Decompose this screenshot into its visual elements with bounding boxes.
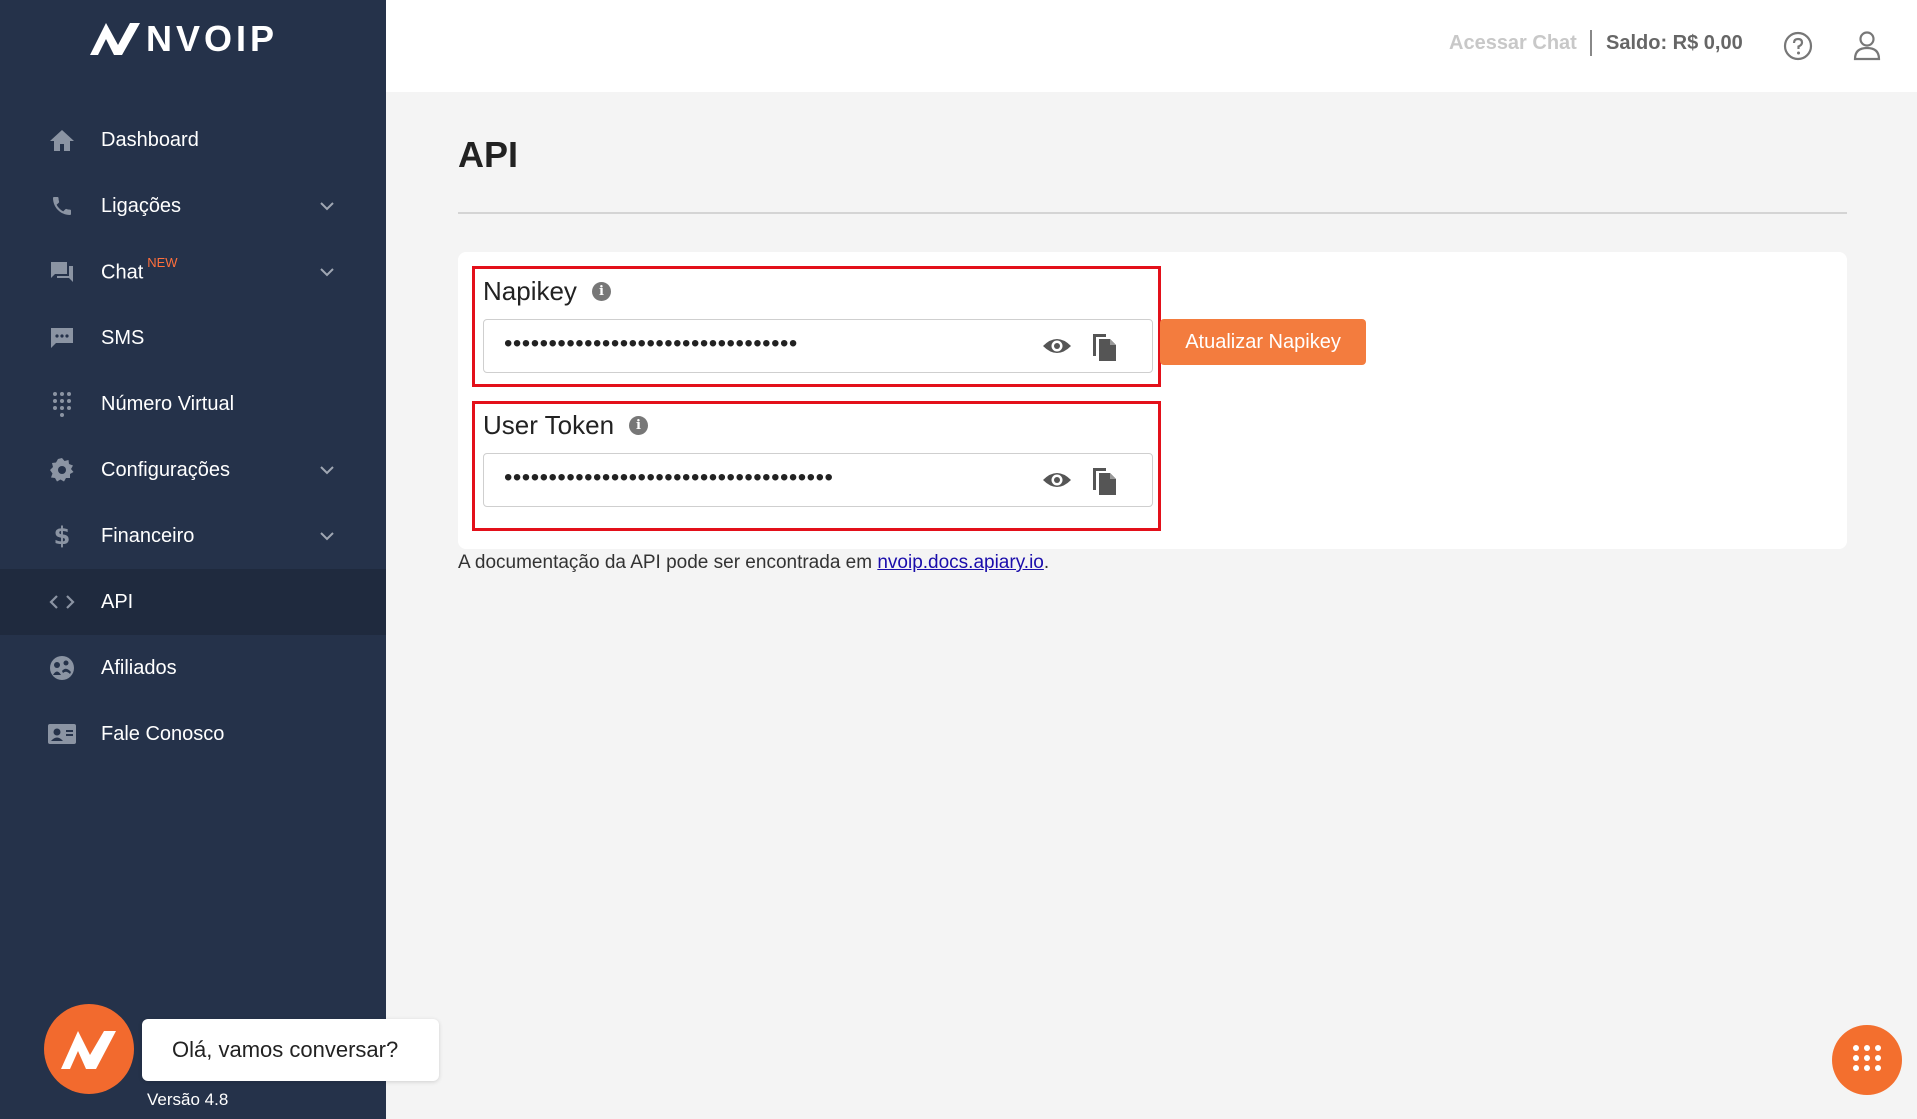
sidebar-item-label: API	[101, 590, 134, 613]
chevron-down-icon	[320, 202, 334, 211]
sidebar-item-dashboard[interactable]: Dashboard	[0, 107, 386, 173]
sidebar-item-label: Número Virtual	[101, 392, 235, 415]
info-icon[interactable]: i	[629, 416, 649, 435]
sidebar-item-ligacoes[interactable]: Ligações	[0, 173, 386, 239]
chat-widget-button[interactable]	[44, 1004, 134, 1094]
sidebar-item-label: Financeiro	[101, 524, 195, 547]
sidebar-item-label: Configurações	[101, 458, 230, 481]
gear-icon	[47, 455, 77, 485]
dialpad-icon	[1853, 1045, 1881, 1071]
sidebar-item-configuracoes[interactable]: Configurações	[0, 437, 386, 503]
nvoip-logo-icon	[61, 1031, 116, 1069]
affiliates-icon	[47, 653, 77, 683]
app-version: Versão 4.8	[147, 1090, 229, 1109]
napikey-label: Napikey i	[483, 276, 611, 307]
api-docs-link[interactable]: nvoip.docs.apiary.io	[877, 552, 1044, 573]
chevron-down-icon	[320, 268, 334, 277]
sidebar-item-label: Ligações	[101, 194, 182, 217]
sidebar-item-api[interactable]: API	[0, 569, 386, 635]
nvoip-logo-icon	[90, 23, 140, 55]
sidebar-item-label: SMS	[101, 326, 145, 349]
chat-greeting-bubble[interactable]: Olá, vamos conversar?	[142, 1019, 439, 1081]
floating-dialpad-button[interactable]	[1832, 1025, 1902, 1095]
new-badge: NEW	[147, 255, 178, 271]
brand-logo[interactable]: NVOIP	[88, 18, 279, 59]
sidebar-item-fale-conosco[interactable]: Fale Conosco	[0, 701, 386, 767]
sidebar-item-chat[interactable]: Chat NEW	[0, 239, 386, 305]
dollar-icon: $	[53, 522, 71, 550]
balance-text: Saldo: R$ 0,00	[1606, 32, 1743, 54]
phone-icon	[47, 191, 77, 221]
sidebar-item-sms[interactable]: SMS	[0, 305, 386, 371]
chevron-down-icon	[320, 532, 334, 541]
eye-icon[interactable]	[1041, 466, 1073, 494]
user-token-label: User Token i	[483, 410, 649, 441]
help-icon[interactable]	[1783, 31, 1813, 61]
update-napikey-button[interactable]: Atualizar Napikey	[1160, 319, 1366, 365]
sidebar-nav: Dashboard Ligações Chat NEW SMS Número V…	[0, 107, 386, 767]
sidebar-item-label: Fale Conosco	[101, 722, 225, 745]
home-icon	[47, 125, 77, 155]
user-token-value: •••••••••••••••••••••••••••••••••••••	[504, 464, 834, 491]
access-chat-link[interactable]: Acessar Chat	[1449, 32, 1577, 55]
napikey-field[interactable]: •••••••••••••••••••••••••••••••••	[483, 319, 1153, 373]
sidebar-item-label: Chat NEW	[101, 255, 178, 284]
sidebar-item-afiliados[interactable]: Afiliados	[0, 635, 386, 701]
copy-icon[interactable]	[1090, 330, 1118, 362]
contact-card-icon	[47, 719, 77, 749]
sidebar-item-financeiro[interactable]: $ Financeiro	[0, 503, 386, 569]
sidebar-item-label: Afiliados	[101, 656, 177, 679]
sms-icon	[47, 323, 77, 353]
chevron-down-icon	[320, 466, 334, 475]
sidebar-item-numero-virtual[interactable]: Número Virtual	[0, 371, 386, 437]
title-divider	[458, 212, 1847, 214]
sidebar-item-label: Dashboard	[101, 128, 199, 151]
code-icon	[47, 587, 77, 617]
api-docs-note: A documentação da API pode ser encontrad…	[458, 552, 1050, 573]
divider	[1590, 30, 1592, 56]
page-title: API	[458, 134, 519, 175]
brand-name: NVOIP	[146, 18, 279, 59]
user-icon[interactable]	[1851, 29, 1883, 61]
dialpad-icon	[47, 389, 77, 419]
user-token-field[interactable]: •••••••••••••••••••••••••••••••••••••	[483, 453, 1153, 507]
eye-icon[interactable]	[1041, 332, 1073, 360]
chat-icon	[47, 257, 77, 287]
napikey-value: •••••••••••••••••••••••••••••••••	[504, 330, 798, 357]
sidebar: NVOIP Dashboard Ligações Chat NEW SMS Nú…	[0, 0, 386, 1119]
info-icon[interactable]: i	[591, 282, 611, 301]
copy-icon[interactable]	[1090, 464, 1118, 496]
